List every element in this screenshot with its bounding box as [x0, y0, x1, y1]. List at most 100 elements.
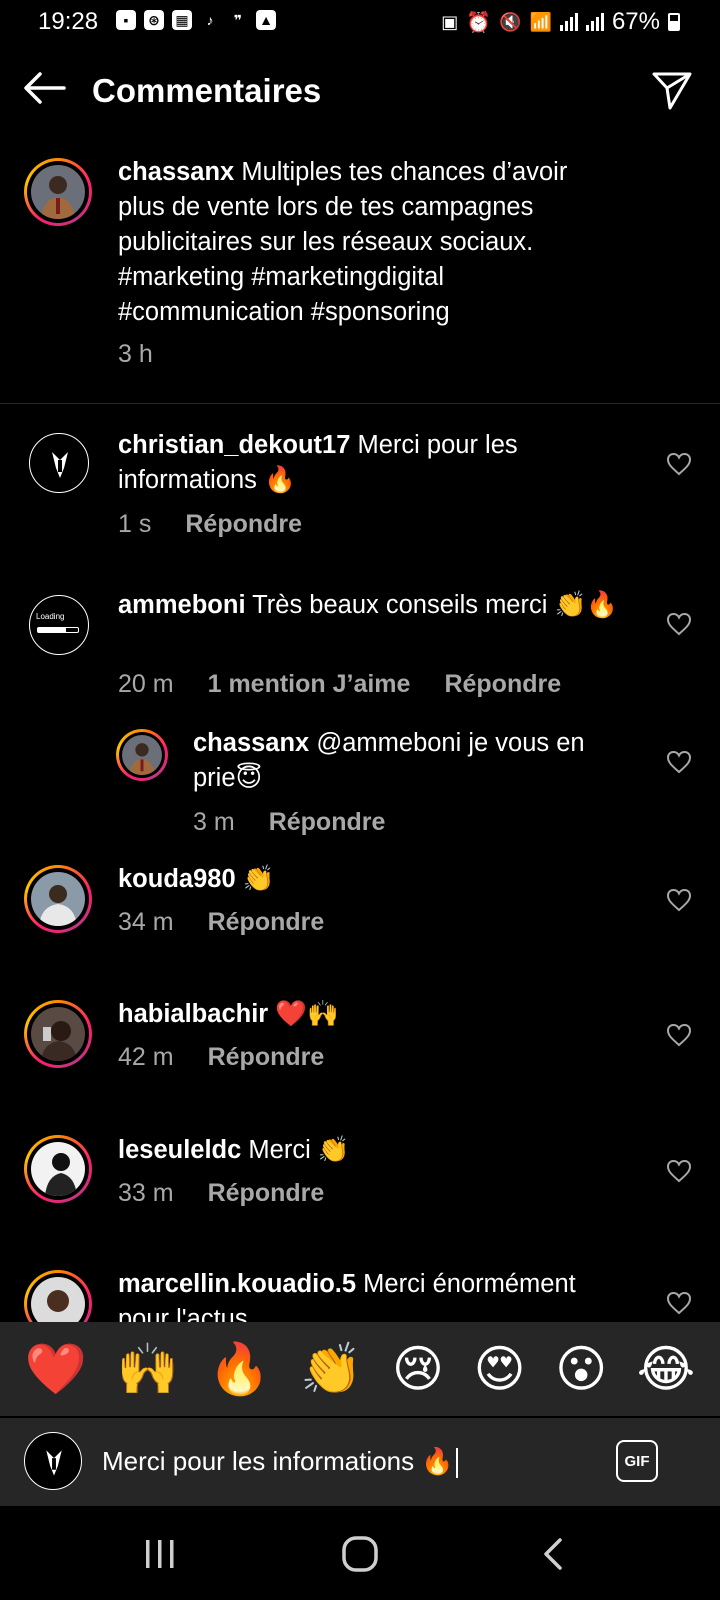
gallery-icon: ▲ [256, 10, 276, 30]
logo-icon [52, 452, 68, 478]
system-status-icons: ▣ ⏰ 🔇 📶 67% [441, 8, 680, 36]
profile-photo [31, 872, 85, 926]
status-time: 19:28 [38, 8, 99, 35]
like-heart-icon[interactable] [666, 888, 692, 912]
comment-username[interactable]: habialbachir [118, 1000, 268, 1028]
home-icon[interactable] [338, 1532, 382, 1576]
app-header: Commentaires [0, 56, 720, 126]
comment-input-value: Merci pour les informations 🔥 [102, 1446, 454, 1476]
comment-body: ❤️🙌 [268, 1000, 339, 1028]
caption-text: chassanx Multiples tes chances d’avoir p… [118, 155, 618, 330]
back-nav-icon[interactable] [532, 1532, 576, 1576]
comment-body: 👏 [235, 865, 275, 893]
comment-meta: 3 m Répondre [193, 808, 385, 837]
emoji-laughing-button[interactable]: 😂 [637, 1339, 695, 1399]
like-heart-icon[interactable] [666, 612, 692, 636]
comment-input-bar: Merci pour les informations 🔥 GIF [0, 1418, 720, 1506]
mute-icon: 🔇 [499, 11, 522, 32]
comment-meta: 42 m Répondre [118, 1043, 324, 1072]
emoji-fire-button[interactable]: 🔥 [208, 1339, 270, 1399]
comment-time: 20 m [118, 670, 174, 698]
comment-username[interactable]: chassanx [193, 729, 309, 757]
message-icon: ▪ [116, 10, 136, 30]
emoji-crying-button[interactable]: 😢 [392, 1339, 444, 1399]
calendar-icon: ▦ [172, 10, 192, 30]
like-heart-icon[interactable] [666, 1159, 692, 1183]
comment-username[interactable]: kouda980 [118, 865, 236, 893]
divider [0, 403, 720, 404]
emoji-raised-hands-button[interactable]: 🙌 [117, 1339, 179, 1399]
comment-time: 1 s [118, 510, 152, 538]
profile-photo [122, 735, 162, 775]
comment-time: 3 m [193, 808, 235, 836]
alarm-icon: ⏰ [466, 11, 492, 34]
comment-username[interactable]: ammeboni [118, 591, 246, 619]
loading-bar-icon [37, 627, 79, 633]
comment-body: Merci 👏 [241, 1136, 350, 1164]
tiktok-icon: ♪ [206, 12, 214, 28]
avatar[interactable] [116, 729, 168, 781]
text-cursor [455, 1448, 458, 1479]
emoji-heart-button[interactable]: ❤️ [25, 1339, 87, 1399]
avatar [24, 1432, 82, 1490]
comment-input[interactable]: Merci pour les informations 🔥 [102, 1446, 458, 1479]
reply-button[interactable]: Répondre [208, 1179, 325, 1208]
comment-time: 34 m [118, 908, 174, 936]
comment-item: marcellin.kouadio.5 Merci énormément pou… [0, 1267, 720, 1322]
avatar[interactable] [24, 865, 92, 933]
comment-text: marcellin.kouadio.5 Merci énormément pou… [118, 1267, 618, 1322]
avatar[interactable] [24, 1135, 92, 1203]
comment-text: kouda980 👏 [118, 862, 618, 897]
comment-text: christian_dekout17 Merci pour les inform… [118, 428, 618, 498]
like-heart-icon[interactable] [666, 1023, 692, 1047]
gif-button[interactable]: GIF [616, 1440, 658, 1482]
send-icon[interactable] [650, 68, 694, 112]
comment-meta: 1 s Répondre [118, 510, 302, 539]
reply-button[interactable]: Répondre [208, 1043, 325, 1072]
emoji-clap-button[interactable]: 👏 [300, 1339, 362, 1399]
reply-button[interactable]: Répondre [269, 808, 386, 837]
avatar[interactable] [29, 433, 89, 493]
likes-count-button[interactable]: 1 mention J’aime [208, 670, 411, 699]
avatar[interactable] [24, 1000, 92, 1068]
emoji-quick-bar: ❤️ 🙌 🔥 👏 😢 😍 😮 😂 [0, 1322, 720, 1416]
like-heart-icon[interactable] [666, 1291, 692, 1315]
comment-text: ammeboni Très beaux conseils merci 👏🔥 [118, 588, 618, 623]
back-arrow-icon[interactable] [22, 70, 68, 106]
comment-username[interactable]: leseuleldc [118, 1136, 241, 1164]
comment-text: chassanx @ammeboni je vous en prie😇 [193, 726, 623, 796]
comment-text: habialbachir ❤️🙌 [118, 997, 618, 1032]
caption-username[interactable]: chassanx [118, 158, 234, 186]
recent-apps-icon[interactable] [138, 1532, 182, 1576]
comment-meta: 34 m Répondre [118, 908, 324, 937]
wifi-icon: 📶 [529, 11, 552, 32]
avatar[interactable]: Loading [29, 595, 89, 655]
caption-time: 3 h [118, 340, 153, 368]
profile-photo [31, 1007, 85, 1061]
caption-meta: 3 h [118, 340, 153, 369]
comment-body: Très beaux conseils merci 👏🔥 [245, 591, 618, 619]
reply-button[interactable]: Répondre [185, 510, 302, 539]
like-heart-icon[interactable] [666, 452, 692, 476]
quote-icon: ❞ [233, 11, 243, 28]
profile-photo [31, 165, 85, 219]
profile-photo [31, 1277, 85, 1322]
system-nav-bar [0, 1506, 720, 1600]
like-heart-icon[interactable] [666, 750, 692, 774]
reply-button[interactable]: Répondre [444, 670, 561, 699]
signal-icon [559, 13, 578, 31]
battery-icon [668, 13, 680, 31]
reply-button[interactable]: Répondre [208, 908, 325, 937]
comment-username[interactable]: marcellin.kouadio.5 [118, 1270, 356, 1298]
comment-username[interactable]: christian_dekout17 [118, 431, 350, 459]
emoji-surprised-button[interactable]: 😮 [555, 1339, 607, 1399]
loading-logo: Loading [36, 612, 65, 621]
comment-time: 33 m [118, 1179, 174, 1207]
avatar[interactable] [24, 1270, 92, 1322]
emoji-heart-eyes-button[interactable]: 😍 [474, 1339, 526, 1399]
profile-photo [31, 1142, 85, 1196]
avatar[interactable] [24, 158, 92, 226]
logo-icon [46, 1450, 62, 1476]
page-title: Commentaires [92, 72, 322, 109]
battery-level: 67% [611, 8, 660, 35]
